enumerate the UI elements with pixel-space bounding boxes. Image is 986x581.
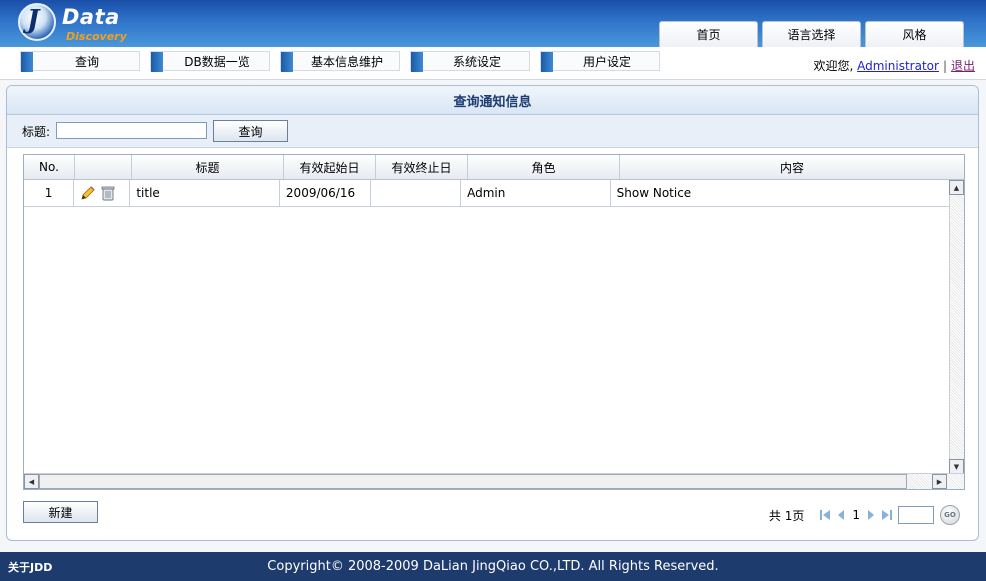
nav-bar: 查询 DB数据一览 基本信息维护 系统设定 用户设定 欢迎您, Administ… (0, 47, 986, 80)
logo-subword: Discovery (66, 30, 127, 43)
nav-item-basic-info[interactable]: 基本信息维护 (280, 51, 400, 72)
tab-home[interactable]: 首页 (659, 21, 758, 47)
pager: 共 1页 1 GO (769, 505, 960, 525)
table-row[interactable]: 1 title 2009/06/16 Admin Show Notice (24, 180, 949, 207)
current-page: 1 (852, 508, 860, 522)
nav-item-query[interactable]: 查询 (20, 51, 140, 72)
horizontal-scroll-thumb[interactable] (39, 474, 907, 489)
tab-style[interactable]: 风格 (865, 21, 964, 47)
vertical-scrollbar[interactable]: ▲ ▼ (949, 180, 964, 474)
next-page-icon[interactable] (866, 509, 876, 521)
scroll-down-arrow-icon[interactable]: ▼ (949, 459, 964, 474)
col-header-title[interactable]: 标题 (132, 155, 284, 179)
welcome-separator: | (942, 59, 947, 73)
prev-page-icon[interactable] (836, 509, 846, 521)
first-page-icon[interactable] (820, 509, 831, 521)
page-total: 共 1页 (768, 508, 805, 523)
jdd-logo[interactable]: J Data Discovery (18, 3, 138, 45)
cell-no: 1 (24, 180, 75, 206)
nav-item-label: 查询 (74, 54, 99, 69)
nav-item-label: 用户设定 (582, 54, 631, 69)
nav-marker (541, 52, 553, 72)
search-button[interactable]: 查询 (213, 120, 288, 142)
col-header-actions (75, 155, 132, 179)
go-button-icon[interactable]: GO (940, 505, 960, 525)
cell-actions (74, 180, 131, 206)
title-label: 标题: (22, 125, 51, 139)
copyright-text: Copyright© 2008-2009 DaLian JingQiao CO.… (267, 559, 719, 574)
welcome-area: 欢迎您, Administrator | 退出 (813, 57, 975, 74)
app-header: J Data Discovery 首页 语言选择 风格 (0, 0, 986, 47)
user-link[interactable]: Administrator (857, 59, 939, 73)
horizontal-scrollbar[interactable]: ◀ ▶ (24, 473, 964, 489)
cell-role: Admin (461, 180, 611, 206)
logout-link[interactable]: 退出 (951, 59, 975, 73)
scroll-left-arrow-icon[interactable]: ◀ (24, 474, 39, 489)
page-number-input[interactable] (898, 506, 934, 524)
nav-item-db-list[interactable]: DB数据一览 (150, 51, 270, 72)
title-search-input[interactable] (56, 122, 207, 139)
logo-word: Data (62, 5, 120, 29)
cell-title: title (130, 180, 280, 206)
scroll-up-arrow-icon[interactable]: ▲ (949, 180, 964, 195)
col-header-start-date[interactable]: 有效起始日 (284, 155, 376, 179)
col-header-content[interactable]: 内容 (620, 155, 964, 179)
nav-item-user-settings[interactable]: 用户设定 (540, 51, 660, 72)
footer: 关于JDD Copyright© 2008-2009 DaLian JingQi… (0, 552, 986, 581)
nav-marker (151, 52, 163, 72)
col-header-no[interactable]: No. (24, 155, 75, 179)
scroll-right-arrow-icon[interactable]: ▶ (932, 474, 947, 489)
top-tabs: 首页 语言选择 风格 (659, 21, 964, 47)
cell-start-date: 2009/06/16 (280, 180, 371, 206)
panel-title: 查询通知信息 (7, 86, 978, 115)
search-bar: 标题: 查询 (7, 115, 978, 148)
nav-item-label: 基本信息维护 (310, 54, 383, 69)
col-header-end-date[interactable]: 有效终止日 (376, 155, 468, 179)
delete-trash-icon[interactable] (100, 185, 116, 201)
nav-item-label: 系统设定 (452, 54, 501, 69)
nav-marker (411, 52, 423, 72)
welcome-text: 欢迎您, (813, 59, 854, 73)
edit-pencil-icon[interactable] (80, 185, 96, 201)
col-header-role[interactable]: 角色 (468, 155, 620, 179)
logo-letter: J (27, 5, 40, 35)
nav-item-system-settings[interactable]: 系统设定 (410, 51, 530, 72)
last-page-icon[interactable] (882, 509, 892, 521)
cell-end-date (371, 180, 462, 206)
cell-content: Show Notice (616, 186, 692, 200)
notice-table: No. 标题 有效起始日 有效终止日 角色 内容 1 title 2009/06… (23, 154, 965, 490)
tab-language[interactable]: 语言选择 (762, 21, 861, 47)
nav-marker (21, 52, 33, 72)
new-button[interactable]: 新建 (23, 501, 98, 523)
nav-item-label: DB数据一览 (184, 54, 250, 69)
nav-marker (281, 52, 293, 72)
nav-items: 查询 DB数据一览 基本信息维护 系统设定 用户设定 (20, 51, 660, 72)
notice-panel: 查询通知信息 标题: 查询 No. 标题 有效起始日 有效终止日 角色 内容 1 (6, 85, 979, 541)
table-header: No. 标题 有效起始日 有效终止日 角色 内容 (24, 155, 964, 180)
